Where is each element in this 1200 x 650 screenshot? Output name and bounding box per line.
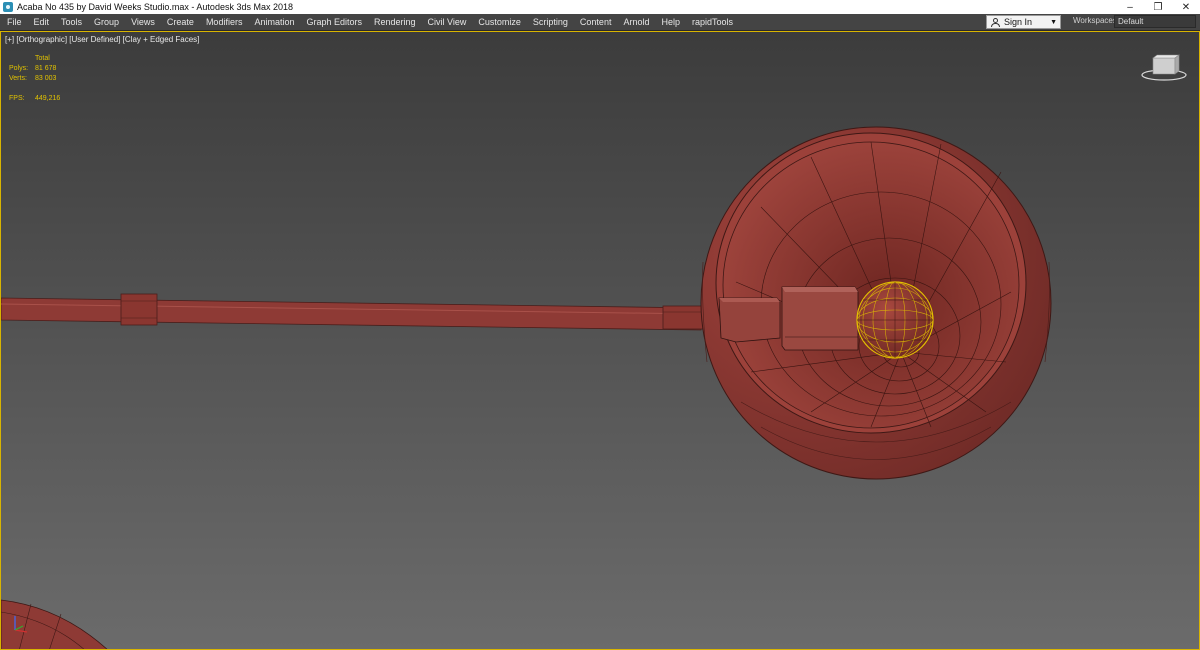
viewport-scene[interactable] [1,32,1200,650]
menu-animation[interactable]: Animation [247,17,299,27]
workspaces-select[interactable]: Default [1114,15,1196,28]
viewport-shading-menu[interactable]: [Clay + Edged Faces] [123,35,200,44]
viewcube-icon[interactable] [1139,52,1189,84]
viewport-label: [+] [Orthographic] [User Defined] [Clay … [5,35,199,44]
rod-object[interactable] [1,293,706,331]
stats-fps-value: 449,216 [35,95,61,102]
menu-modifiers[interactable]: Modifiers [199,17,248,27]
selected-sphere-object[interactable] [856,281,934,359]
menu-arnold[interactable]: Arnold [616,17,654,27]
window-title: Acaba No 435 by David Weeks Studio.max -… [17,2,293,12]
minimize-button[interactable]: – [1116,0,1144,14]
perspective-viewport[interactable]: [+] [Orthographic] [User Defined] [Clay … [0,31,1200,650]
sign-in-label: Sign In [1004,17,1033,27]
menu-rapidtools[interactable]: rapidTools [685,17,738,27]
viewport-statistics: Total Polys: 81 678 Verts: 83 003 FPS: 4… [9,54,60,104]
close-button[interactable]: ✕ [1172,0,1200,14]
stats-total-label: Total [35,55,50,62]
menu-content[interactable]: Content [573,17,617,27]
stats-polys-value: 81 678 [35,65,57,72]
user-icon [991,17,1000,27]
stats-verts-value: 83 003 [35,75,57,82]
stats-fps-label: FPS: [9,95,25,102]
stats-verts-label: Verts: [9,75,27,82]
chevron-down-icon: ▼ [1050,18,1057,26]
title-bar: Acaba No 435 by David Weeks Studio.max -… [0,0,1200,14]
box-object-small[interactable] [718,297,781,343]
window-controls: – ❐ ✕ [1116,0,1200,14]
axis-tripod-icon [14,616,28,633]
menu-edit[interactable]: Edit [27,17,55,27]
box-object-large[interactable] [781,286,859,351]
menu-group[interactable]: Group [87,17,124,27]
menu-civil-view[interactable]: Civil View [421,17,472,27]
menu-customize[interactable]: Customize [471,17,526,27]
menu-bar: File Edit Tools Group Views Create Modif… [0,14,1200,31]
viewport-view-menu[interactable]: [Orthographic] [16,35,67,44]
menu-file[interactable]: File [0,17,27,27]
viewport-user-menu[interactable]: [User Defined] [69,35,120,44]
menu-tools[interactable]: Tools [54,17,87,27]
stats-polys-label: Polys: [9,65,29,72]
menu-help[interactable]: Help [654,17,685,27]
menu-scripting[interactable]: Scripting [526,17,573,27]
menu-rendering[interactable]: Rendering [367,17,421,27]
sign-in-dropdown[interactable]: Sign In ▼ [986,15,1061,29]
workspaces-label: Workspaces: [1073,16,1120,25]
menu-create[interactable]: Create [160,17,199,27]
menu-views[interactable]: Views [124,17,160,27]
menu-graph-editors[interactable]: Graph Editors [299,17,367,27]
app-icon [3,2,13,12]
viewport-menu-plus[interactable]: [+] [5,35,14,44]
restore-button[interactable]: ❐ [1144,0,1172,14]
